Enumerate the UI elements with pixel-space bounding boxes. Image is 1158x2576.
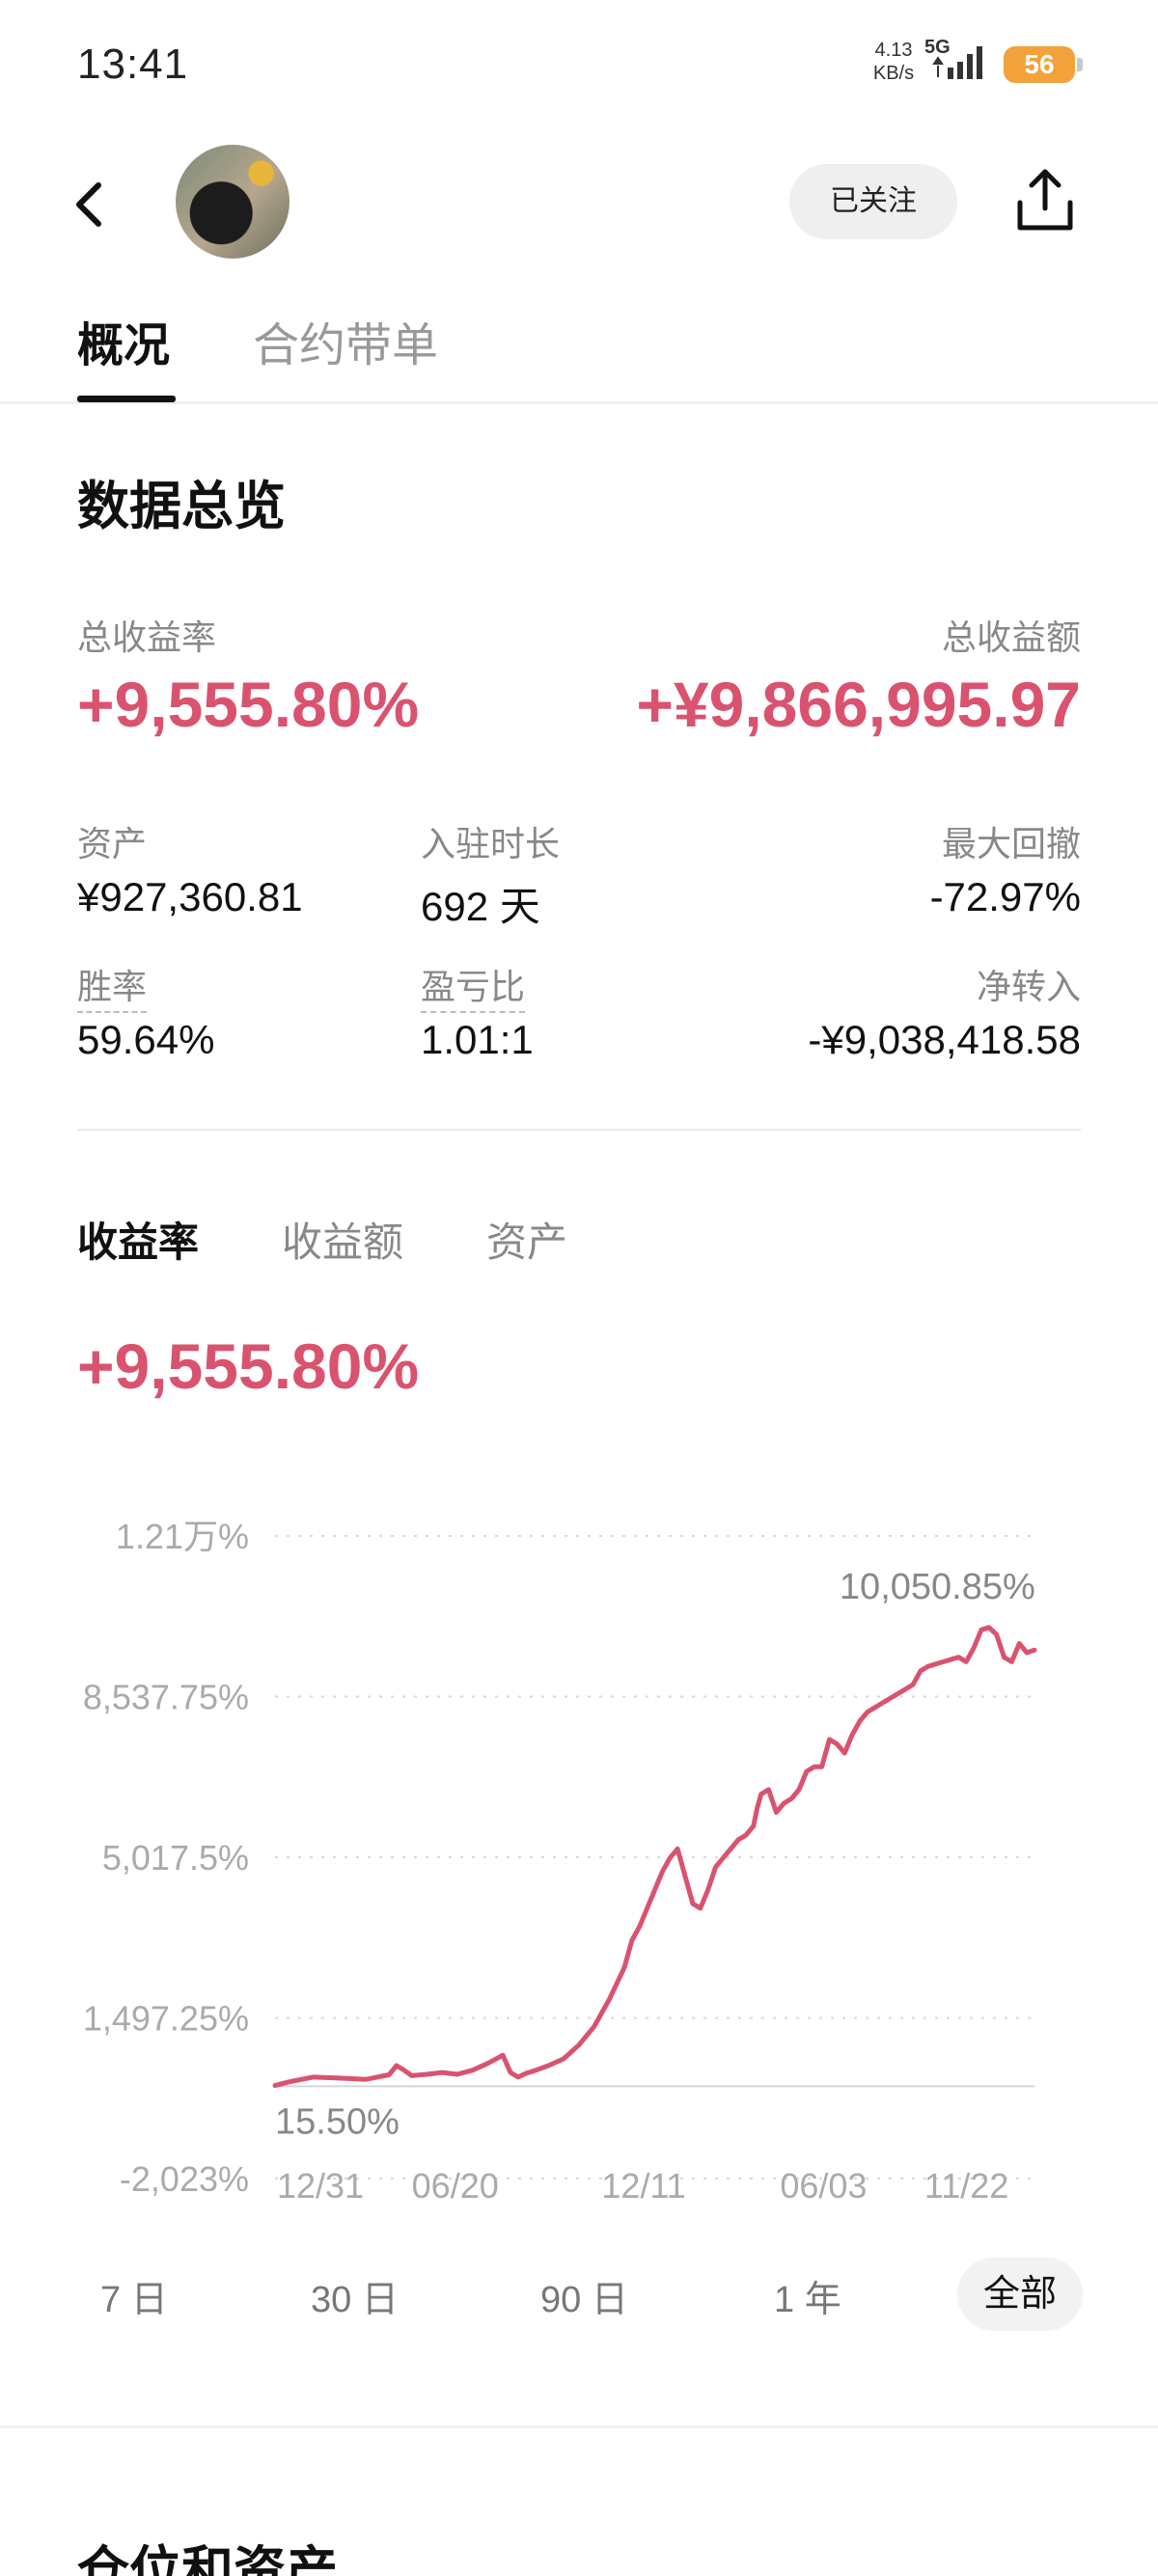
tab-copy-trading[interactable]: 合约带单 [253, 307, 438, 374]
total-return-rate-label: 总收益率 [77, 617, 217, 657]
bottom-section-divider [0, 2425, 1158, 2428]
x-tick-label: 06/03 [780, 2166, 867, 2206]
battery-indicator: 56 [1004, 46, 1083, 83]
back-arrow-icon[interactable] [69, 178, 112, 232]
y-tick-label: 1.21万% [116, 1517, 249, 1556]
chart-current-value: +9,555.80% [77, 1330, 420, 1402]
chart-annotation: 10,050.85% [840, 1567, 1035, 1607]
tenure-value: 692 天 [421, 884, 540, 929]
series-line [272, 1625, 1037, 2089]
x-tick-label: 12/11 [601, 2166, 685, 2206]
tab-overview[interactable]: 概况 [77, 307, 170, 374]
app-screen: 13:41 4.13 KB/s 5G 56 已关注 概况 合约带单 数据总览 总… [0, 0, 1158, 2576]
net-transfer-value: -¥9,038,418.58 [808, 1017, 1081, 1062]
period-7d[interactable]: 7 日 [100, 2269, 168, 2322]
overview-title: 数据总览 [77, 478, 286, 535]
avatar[interactable] [176, 145, 290, 259]
active-tab-indicator [77, 396, 176, 402]
x-tick-label: 11/22 [924, 2166, 1008, 2206]
max-drawdown-label: 最大回撤 [941, 824, 1081, 863]
status-time: 13:41 [77, 41, 189, 88]
x-axis-labels: 12/31 06/20 12/11 06/03 11/22 [277, 2166, 1008, 2206]
network-speed: 4.13 KB/s [865, 39, 923, 85]
subtab-return-amount[interactable]: 收益额 [282, 1210, 403, 1269]
total-return-amount-label: 总收益额 [941, 617, 1081, 657]
tenure-label: 入驻时长 [421, 824, 561, 863]
total-return-rate-value: +9,555.80% [77, 669, 420, 740]
profit-loss-ratio-label[interactable]: 盈亏比 [421, 959, 526, 1013]
win-rate-label[interactable]: 胜率 [77, 959, 148, 1013]
chart-annotation: 15.50% [275, 2102, 400, 2143]
chart-lines [272, 1625, 1037, 2089]
positions-title: 仓位和资产 [77, 2542, 338, 2576]
y-tick-label: 8,537.75% [83, 1678, 249, 1717]
x-tick-label: 06/20 [412, 2166, 499, 2206]
network-speed-unit: KB/s [872, 63, 915, 84]
assets-value: ¥927,360.81 [77, 874, 303, 919]
share-icon[interactable] [1015, 166, 1075, 233]
subtab-return-rate[interactable]: 收益率 [77, 1210, 199, 1269]
x-tick-label: 12/31 [277, 2166, 364, 2206]
chart-grid [275, 1535, 1034, 2179]
total-return-amount-value: +¥9,866,995.97 [636, 669, 1081, 740]
chart-annotations: 10,050.85% 15.50% [275, 1567, 1035, 2143]
signal-icon [932, 46, 982, 79]
network-speed-value: 4.13 [874, 40, 913, 61]
y-axis-labels: 1.21万% 8,537.75% 5,017.5% 1,497.25% -2,023% [83, 1517, 249, 2199]
max-drawdown-value: -72.97% [929, 874, 1081, 919]
period-30d[interactable]: 30 日 [311, 2269, 399, 2322]
return-rate-chart[interactable]: 1.21万%8,537.75%5,017.5%1,497.25%-2,023% … [0, 1486, 1158, 2219]
follow-button[interactable]: 已关注 [789, 164, 957, 239]
period-90d[interactable]: 90 日 [540, 2269, 628, 2322]
subtab-assets[interactable]: 资产 [486, 1210, 567, 1269]
win-rate-value: 59.64% [77, 1017, 215, 1062]
profit-loss-ratio-value: 1.01:1 [421, 1017, 534, 1062]
assets-label: 资产 [77, 824, 148, 863]
period-1y[interactable]: 1 年 [774, 2269, 841, 2322]
section-divider [77, 1129, 1081, 1131]
y-tick-label: 1,497.25% [83, 1999, 249, 2039]
net-transfer-label: 净转入 [976, 967, 1081, 1006]
y-tick-label: -2,023% [120, 2159, 249, 2199]
y-tick-label: 5,017.5% [102, 1838, 249, 1877]
period-all[interactable]: 全部 [957, 2258, 1083, 2331]
